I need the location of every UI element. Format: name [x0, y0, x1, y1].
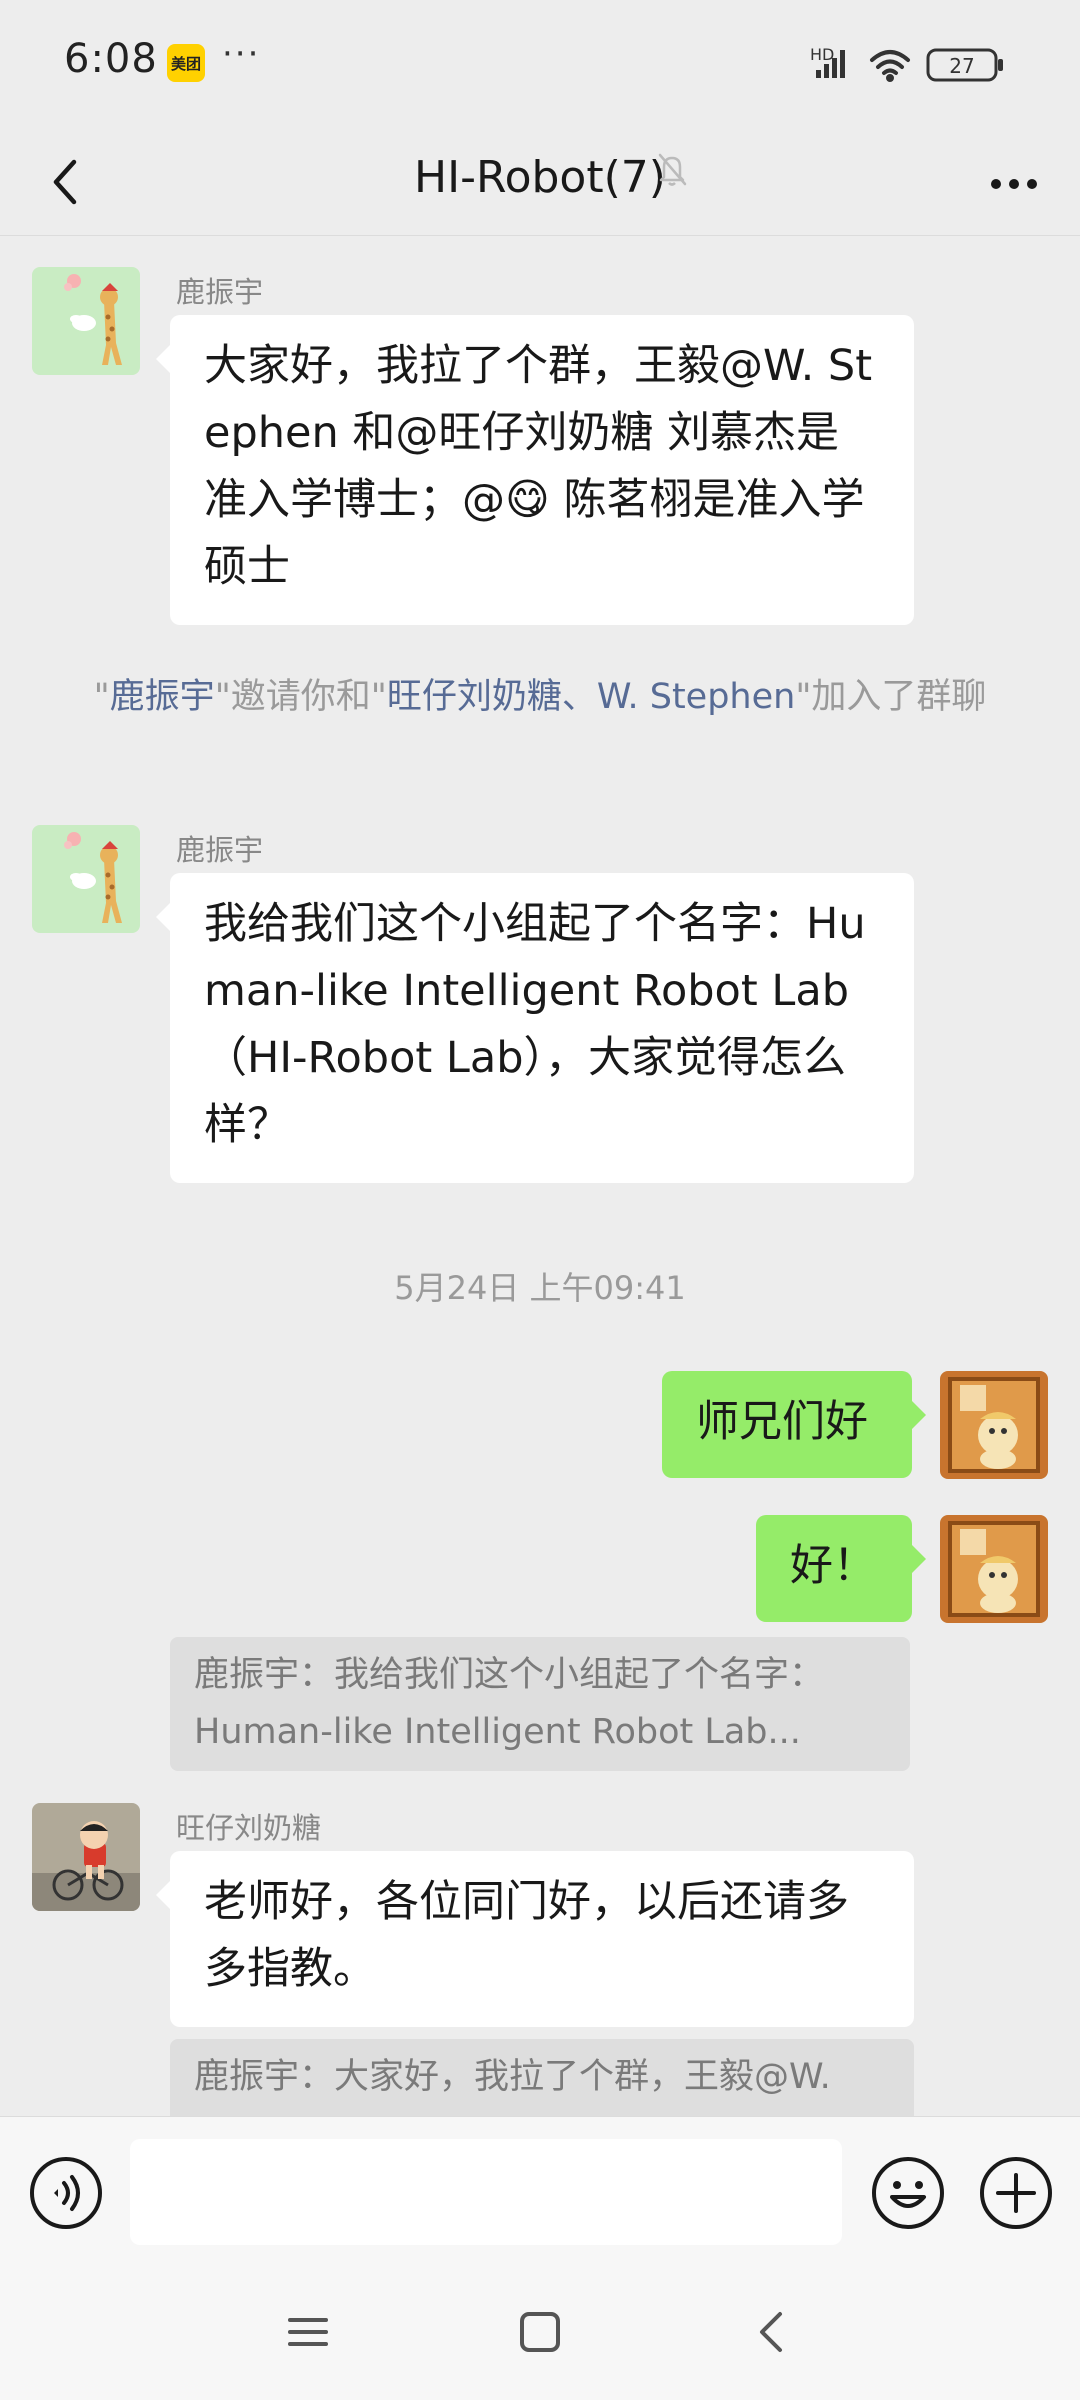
- voice-icon[interactable]: [28, 2155, 104, 2231]
- my-message-bubble[interactable]: 好！: [756, 1515, 926, 1622]
- sender-name: 旺仔刘奶糖: [176, 1811, 322, 1845]
- giraffe-avatar-icon: [32, 825, 140, 933]
- giraffe-avatar-icon: [32, 267, 140, 375]
- svg-text:27: 27: [949, 54, 974, 78]
- input-bar: [0, 2116, 1080, 2268]
- status-icons: HD 27: [810, 45, 1003, 82]
- quoted-message[interactable]: 鹿振宇：大家好，我拉了个群，王毅@W.: [170, 2039, 914, 2117]
- system-navigation-bar: [0, 2268, 1080, 2400]
- meituan-notification-icon: 美团: [167, 44, 205, 82]
- home-square-icon[interactable]: [516, 2308, 564, 2356]
- quoted-message[interactable]: 鹿振宇：我给我们这个小组起了个名字：Human-like Intelligent…: [170, 1637, 910, 1771]
- back-triangle-icon[interactable]: [748, 2308, 796, 2356]
- chat-title: HI-Robot(7): [414, 152, 666, 203]
- self-avatar-icon: [940, 1515, 1048, 1623]
- wifi-icon: [870, 50, 910, 82]
- emoji-icon[interactable]: [870, 2155, 946, 2231]
- avatar-giraffe[interactable]: [32, 825, 140, 933]
- message-input[interactable]: [130, 2139, 842, 2245]
- avatar-giraffe[interactable]: [32, 267, 140, 375]
- crayon-shin-avatar-icon: [32, 1803, 140, 1911]
- avatar-self[interactable]: [940, 1515, 1048, 1623]
- hd-icon: HD: [810, 45, 834, 64]
- my-message-bubble[interactable]: 师兄们好: [662, 1371, 926, 1478]
- more-horizontal-icon[interactable]: [984, 154, 1044, 214]
- self-avatar-icon: [940, 1371, 1048, 1479]
- bell-off-icon: [658, 153, 687, 186]
- menu-icon[interactable]: [284, 2308, 332, 2356]
- sender-name: 鹿振宇: [176, 833, 264, 867]
- timestamp: 5月24日 上午09:41: [394, 1269, 686, 1307]
- avatar-self[interactable]: [940, 1371, 1048, 1479]
- message-bubble[interactable]: 我给我们这个小组起了个名字：Human-like Intelligent Rob…: [156, 873, 914, 1183]
- avatar-crayon[interactable]: [32, 1803, 140, 1911]
- status-bar: 6:08 美团 ··· HD 27: [0, 0, 1080, 128]
- message-bubble[interactable]: 老师好，各位同门好，以后还请多多指教。: [156, 1851, 914, 2027]
- sender-name: 鹿振宇: [176, 275, 264, 309]
- invitees-link[interactable]: 旺仔刘奶糖、W. Stephen: [387, 677, 795, 717]
- message-bubble[interactable]: 大家好，我拉了个群，王毅@W. Stephen 和@旺仔刘奶糖 刘慕杰是准入学博…: [156, 315, 914, 625]
- battery-icon: 27: [926, 48, 1003, 82]
- chat-header: HI-Robot(7): [0, 128, 1080, 236]
- system-message: "鹿振宇"邀请你和"旺仔刘奶糖、W. Stephen"加入了群聊: [93, 677, 987, 717]
- plus-circle-icon[interactable]: [978, 2155, 1054, 2231]
- status-time: 6:08: [64, 36, 158, 82]
- more-notifications-icon: ···: [222, 34, 261, 74]
- message-list[interactable]: 鹿振宇 大家好，我拉了个群，王毅@W. Stephen 和@旺仔刘奶糖 刘慕杰是…: [0, 237, 1080, 2117]
- inviter-link[interactable]: 鹿振宇: [110, 677, 215, 717]
